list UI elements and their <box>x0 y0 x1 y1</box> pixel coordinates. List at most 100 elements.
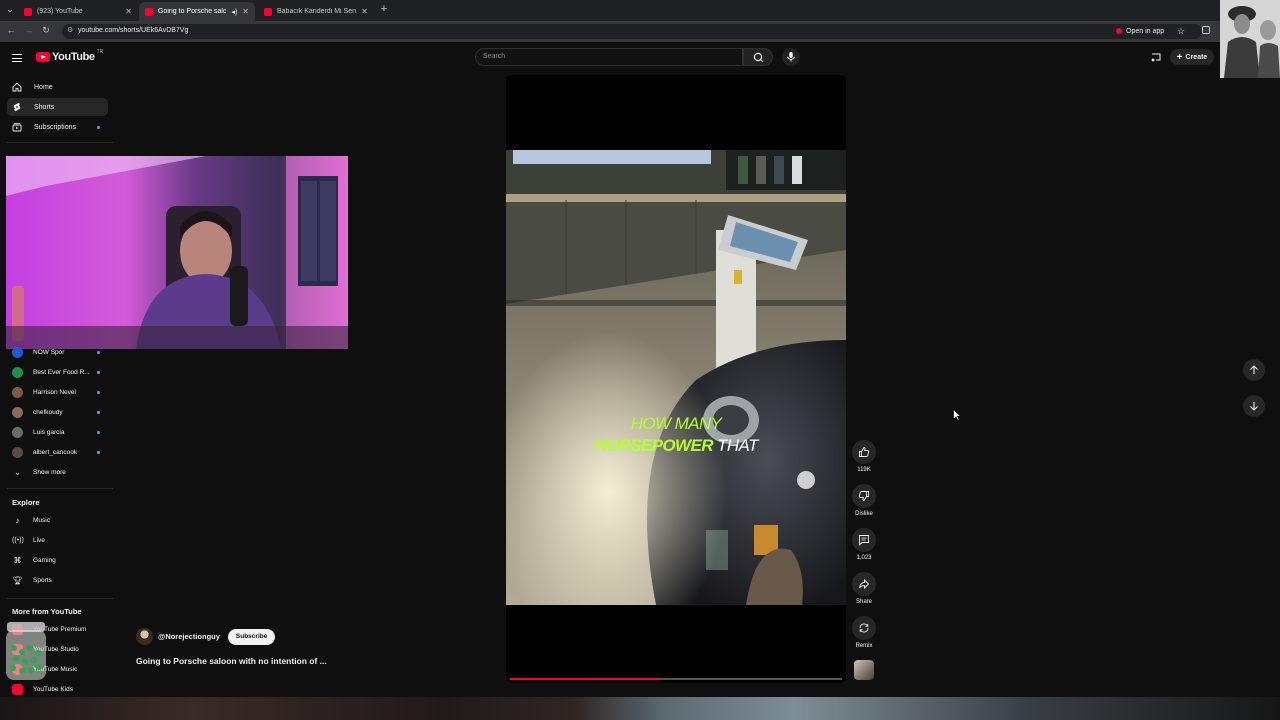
sidebar-item-youtube-kids[interactable]: YouTube Kids <box>7 680 108 698</box>
channel-avatar[interactable] <box>136 628 153 645</box>
url-text: youtube.com/shorts/UEk6AvDB7Vg <box>78 27 189 34</box>
url-field[interactable]: ⚙ youtube.com/shorts/UEk6AvDB7Vg <box>62 24 1202 39</box>
new-content-dot <box>97 390 100 394</box>
site-info-icon[interactable]: ⚙ <box>67 26 73 34</box>
sidebar-item-label: YouTube Kids <box>33 685 73 693</box>
webcam-image <box>6 156 348 349</box>
sidebar-item-subscriptions[interactable]: Subscriptions <box>7 118 108 136</box>
close-icon[interactable]: ✕ <box>242 7 249 16</box>
youtube-app-icon <box>1116 28 1122 34</box>
new-tab-icon[interactable]: + <box>378 3 390 15</box>
sidebar-item-home[interactable]: Home <box>7 78 108 96</box>
sidebar-item-music[interactable]: ♪ Music <box>7 511 108 529</box>
dislike-label: Dislike <box>855 511 873 517</box>
live-icon: ((•)) <box>12 536 24 544</box>
open-in-app-button[interactable]: Open in app <box>1116 24 1164 38</box>
browser-tab-1[interactable]: (923) YouTube ✕ <box>18 2 138 21</box>
share-label: Share <box>855 599 872 605</box>
remix-button[interactable]: Remix <box>851 616 877 649</box>
comments-button[interactable]: 1,023 <box>851 528 877 561</box>
sound-source-thumbnail[interactable] <box>854 660 874 680</box>
microphone-icon <box>787 52 795 62</box>
thumbs-down-icon <box>852 484 876 508</box>
new-content-dot <box>97 410 100 414</box>
sidebar-item-label: Sports <box>33 576 52 584</box>
plus-icon: + <box>1176 51 1183 63</box>
sidebar-subscription-item[interactable]: chefkoudy <box>7 403 108 421</box>
channel-avatar <box>12 366 23 378</box>
subscription-label: albert_cancook <box>33 448 78 456</box>
speaker-icon[interactable]: ◂) <box>231 8 237 16</box>
subscription-label: chefkoudy <box>33 408 63 416</box>
create-button[interactable]: + Create <box>1170 49 1214 65</box>
new-content-dot <box>97 430 100 434</box>
overlay-jar-sticker <box>6 622 46 680</box>
forward-icon[interactable]: → <box>23 25 35 35</box>
show-more-label: Show more <box>33 468 66 476</box>
subscribe-button[interactable]: Subscribe <box>227 628 276 645</box>
voice-search-button[interactable] <box>782 48 800 66</box>
open-in-app-label: Open in app <box>1126 27 1165 35</box>
video-title[interactable]: Going to Porsche saloon with no intentio… <box>136 656 327 666</box>
back-icon[interactable]: ← <box>5 25 17 35</box>
sidebar-item-shorts[interactable]: Shorts <box>7 98 108 116</box>
new-content-dot <box>97 350 100 354</box>
share-button[interactable]: Share <box>851 572 877 605</box>
channel-avatar <box>12 386 23 398</box>
sidebar-subscription-item[interactable]: Luis garcia <box>7 423 108 441</box>
arrow-down-icon <box>1250 402 1258 411</box>
sidebar-item-label: Gaming <box>33 556 56 564</box>
channel-name[interactable]: @Norejectionguy <box>158 632 220 641</box>
subscription-label: Best Ever Food R... <box>33 368 90 376</box>
dislike-button[interactable]: Dislike <box>851 484 877 517</box>
close-icon[interactable]: ✕ <box>125 7 132 16</box>
subscription-label: NOW Spor <box>33 348 65 356</box>
extensions-icon[interactable] <box>1202 26 1210 34</box>
previous-short-button[interactable] <box>1243 359 1265 381</box>
like-count: 119K <box>857 467 871 473</box>
show-more-button[interactable]: ⌄ Show more <box>7 463 108 481</box>
sidebar-item-live[interactable]: ((•)) Live <box>7 531 108 549</box>
sidebar-subscription-item[interactable]: Best Ever Food R... <box>7 363 108 381</box>
tab-label: Going to Porsche saloon wi <box>158 8 227 15</box>
arrow-up-icon <box>1250 365 1258 374</box>
caption-highlight: HORSEPOWER <box>594 436 713 455</box>
channel-avatar <box>12 426 23 438</box>
comment-count: 1,023 <box>856 555 872 561</box>
explore-heading: Explore <box>12 498 40 507</box>
video-frame: HOW MANY HORSEPOWER THAT <box>506 150 846 605</box>
search-button[interactable] <box>743 48 773 66</box>
video-progress-bar[interactable] <box>510 678 842 680</box>
porsche-showroom-image <box>506 150 846 605</box>
sidebar-item-sports[interactable]: 🏆︎ Sports <box>7 571 108 589</box>
thumbs-up-icon <box>852 440 876 464</box>
subscription-label: Harrison Nevel <box>33 388 76 396</box>
chevron-down-icon: ⌄ <box>14 467 21 477</box>
share-icon <box>852 572 876 596</box>
youtube-favicon-icon <box>24 7 32 16</box>
close-icon[interactable]: ✕ <box>361 7 368 16</box>
shorts-video-player[interactable]: HOW MANY HORSEPOWER THAT <box>506 75 846 683</box>
video-caption-line1: HOW MANY <box>630 414 722 433</box>
search-input[interactable]: Search <box>475 48 743 66</box>
like-button[interactable]: 119K <box>851 440 877 473</box>
next-short-button[interactable] <box>1243 395 1265 417</box>
tab-label: (923) YouTube <box>37 8 83 15</box>
cast-icon[interactable] <box>1151 52 1161 62</box>
sidebar-subscription-item[interactable]: albert_cancook <box>7 443 108 461</box>
youtube-favicon-icon <box>264 7 272 16</box>
sidebar-subscription-item[interactable]: Harrison Nevel <box>7 383 108 401</box>
channel-avatar <box>12 406 23 418</box>
youtube-logo[interactable]: YouTube TR <box>36 49 103 63</box>
browser-tab-2[interactable]: Going to Porsche saloon wi ◂) ✕ <box>139 2 255 21</box>
sidebar-subscription-item[interactable]: NOW Spor <box>7 343 108 361</box>
bookmark-star-icon[interactable]: ☆ <box>1177 26 1185 37</box>
menu-icon[interactable] <box>12 54 22 62</box>
sidebar-divider <box>7 142 113 143</box>
reload-icon[interactable]: ↻ <box>40 25 52 36</box>
new-content-dot <box>97 125 100 129</box>
search-placeholder: Search <box>483 53 506 60</box>
sidebar-item-gaming[interactable]: ⌘ Gaming <box>7 551 108 569</box>
browser-tab-3[interactable]: Babacık Kanderdi Mi Seni? - Yo ✕ <box>258 2 374 21</box>
tab-search-icon[interactable]: ⌄ <box>4 4 16 15</box>
